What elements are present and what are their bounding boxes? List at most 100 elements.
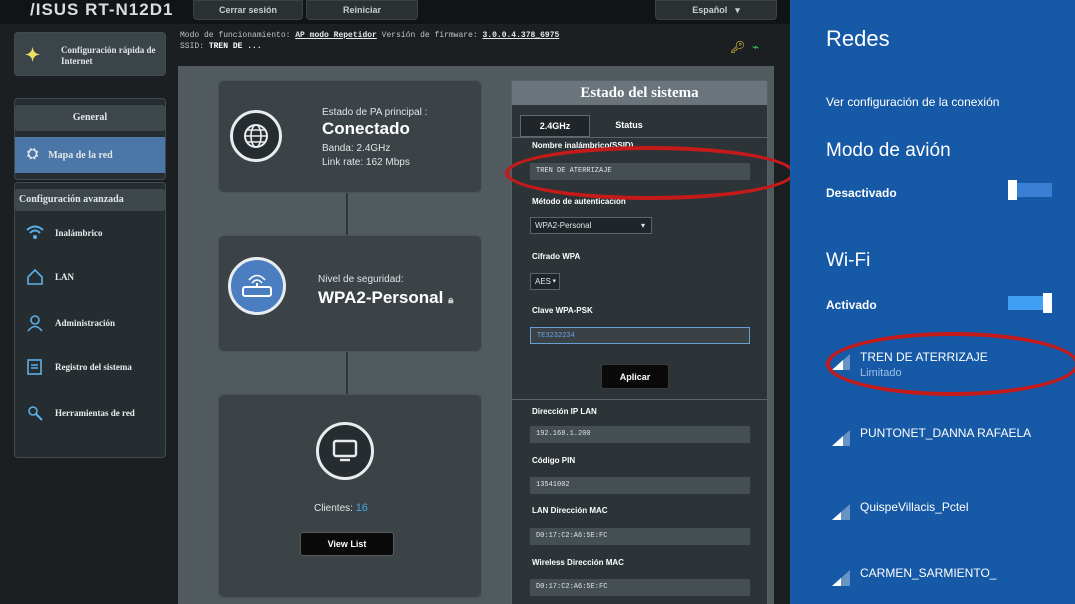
wifi-signal-icon (832, 504, 850, 520)
airplane-title: Modo de avión (826, 140, 951, 161)
wifi-state: Activado (826, 298, 877, 312)
router-admin-window: /ISUS RT-N12D1 Cerrar sesión Reiniciar E… (0, 0, 790, 604)
tab-divider (512, 137, 767, 138)
administration-label: Administración (55, 318, 116, 328)
home-icon (25, 267, 45, 287)
wpa-value: AES (535, 277, 552, 286)
connector-line (346, 193, 348, 235)
security-label: Nivel de seguridad: (318, 274, 404, 285)
panel-title: Estado del sistema (512, 81, 767, 105)
advanced-section: Configuración avanzada Inalámbrico LAN A… (14, 182, 166, 458)
language-select[interactable]: Español ▾ (655, 0, 777, 20)
network-map-icon: ⛭ (27, 147, 39, 162)
operation-info: Modo de funcionamiento: AP modo Repetido… (180, 30, 559, 52)
router-topbar: /ISUS RT-N12D1 Cerrar sesión Reiniciar E… (0, 0, 790, 24)
ssid-short: TREN DE ... (208, 42, 262, 51)
mode-link[interactable]: AP modo Repetidor (295, 31, 377, 40)
network-name: TREN DE ATERRIZAJE (860, 350, 988, 364)
firmware-link[interactable]: 3.0.0.4.378_6975 (483, 31, 560, 40)
airplane-state: Desactivado (826, 186, 897, 200)
sidebar-item-network-map[interactable]: ⛭ Mapa de la red (15, 137, 165, 173)
lock-icon: 🔒︎ (448, 295, 454, 306)
ssid-field[interactable]: TREN DE ATERRIZAJE (530, 163, 750, 180)
wifi-network-item[interactable]: TREN DE ATERRIZAJE Limitado (830, 350, 988, 379)
apply-button[interactable]: Aplicar (601, 364, 669, 389)
mode-prefix: Modo de funcionamiento: (180, 31, 291, 40)
sidebar-item-lan[interactable]: LAN (19, 259, 165, 295)
wifi-toggle[interactable] (1008, 293, 1052, 313)
quick-setup-label: Configuración rápida de Internet (61, 45, 156, 66)
network-name: CARMEN_SARMIENTO_ (860, 566, 997, 580)
ap-status-value: Conectado (322, 119, 410, 138)
sidebar-item-administration[interactable]: Administración (19, 305, 165, 341)
ap-link-rate: Link rate: 162 Mbps (322, 157, 410, 168)
security-value: WPA2-Personal (318, 288, 444, 307)
view-list-button[interactable]: View List (300, 532, 394, 556)
chevron-down-icon: ▾ (640, 221, 645, 230)
firmware-prefix: Versión de firmware: (381, 31, 478, 40)
networks-title: Redes (826, 26, 890, 51)
left-sidebar: ✦ Configuración rápida de Internet Gener… (14, 24, 166, 604)
toggle-thumb (1043, 293, 1052, 313)
wpa-select[interactable]: AES ▾ (530, 273, 560, 290)
auth-value: WPA2-Personal (535, 221, 592, 230)
wireless-mac-label: Wireless Dirección MAC (532, 558, 624, 567)
quick-setup-button[interactable]: ✦ Configuración rápida de Internet (14, 32, 166, 76)
wireless-label: Inalámbrico (55, 228, 103, 238)
key-icon: 🔑︎ (730, 40, 746, 54)
wifi-signal-icon (832, 570, 850, 586)
tab-status[interactable]: Status (594, 115, 664, 135)
general-header: General (15, 105, 165, 131)
user-icon (25, 313, 45, 333)
security-card[interactable]: Nivel de seguridad: WPA2-Personal 🔒︎ (218, 235, 482, 352)
psk-label: Clave WPA-PSK (532, 306, 593, 315)
reboot-button[interactable]: Reiniciar (306, 0, 418, 20)
router-icon (228, 257, 286, 315)
ap-status-card[interactable]: Estado de PA principal : Conectado Banda… (218, 80, 482, 193)
brand-logo: /ISUS RT-N12D1 (30, 0, 174, 19)
clients-count: 16 (355, 502, 368, 514)
chevron-down-icon: ▾ (552, 278, 556, 285)
lan-ip-value: 192.168.1.200 (530, 426, 750, 443)
lan-mac-label: LAN Dirección MAC (532, 506, 608, 515)
language-label: Español (692, 5, 728, 15)
tools-icon (25, 403, 45, 423)
sidebar-item-wireless[interactable]: Inalámbrico (19, 215, 165, 251)
windows-network-pane: Redes Ver configuración de la conexión M… (790, 0, 1075, 604)
monitor-icon (316, 422, 374, 480)
ssid-prefix: SSID: (180, 42, 205, 51)
log-icon (25, 357, 45, 377)
chevron-down-icon: ▾ (735, 4, 740, 15)
clients-card[interactable]: Clientes: 16 View List (218, 394, 482, 598)
sidebar-item-system-log[interactable]: Registro del sistema (19, 349, 165, 385)
wifi-title: Wi-Fi (826, 250, 871, 271)
network-map-label: Mapa de la red (48, 149, 113, 161)
wand-icon: ✦ (25, 45, 41, 65)
tab-24ghz[interactable]: 2.4GHz (520, 115, 590, 137)
auth-select[interactable]: WPA2-Personal ▾ (530, 217, 652, 234)
view-settings-link[interactable]: Ver configuración de la conexión (826, 95, 999, 109)
wifi-network-item[interactable]: CARMEN_SARMIENTO_ (830, 566, 996, 588)
logout-button[interactable]: Cerrar sesión (193, 0, 303, 20)
ap-band: Banda: 2.4GHz (322, 143, 391, 154)
pin-value: 13541002 (530, 477, 750, 494)
wifi-network-item[interactable]: PUNTONET_DANNA RAFAELA (830, 426, 1031, 448)
connector-line (346, 352, 348, 394)
psk-field[interactable]: TE3232234 (530, 327, 750, 344)
usb-icon: ⌁ (752, 40, 760, 54)
section-divider (512, 399, 767, 400)
network-name: QuispeVillacis_Pctel (860, 500, 969, 514)
wireless-mac-value: D0:17:C2:A6:5E:FC (530, 579, 750, 596)
lan-mac-value: D0:17:C2:A6:5E:FC (530, 528, 750, 545)
airplane-toggle[interactable] (1008, 180, 1052, 200)
toggle-thumb (1008, 180, 1017, 200)
ap-status-label: Estado de PA principal : (322, 107, 428, 118)
globe-icon (230, 110, 282, 162)
wifi-network-item[interactable]: QuispeVillacis_Pctel (830, 500, 969, 522)
advanced-header: Configuración avanzada (15, 189, 165, 211)
wifi-icon (25, 223, 45, 243)
lan-label: LAN (55, 272, 75, 282)
sidebar-item-network-tools[interactable]: Herramientas de red (19, 395, 165, 431)
lan-ip-label: Dirección IP LAN (532, 407, 597, 416)
wpa-label: Cifrado WPA (532, 252, 581, 261)
